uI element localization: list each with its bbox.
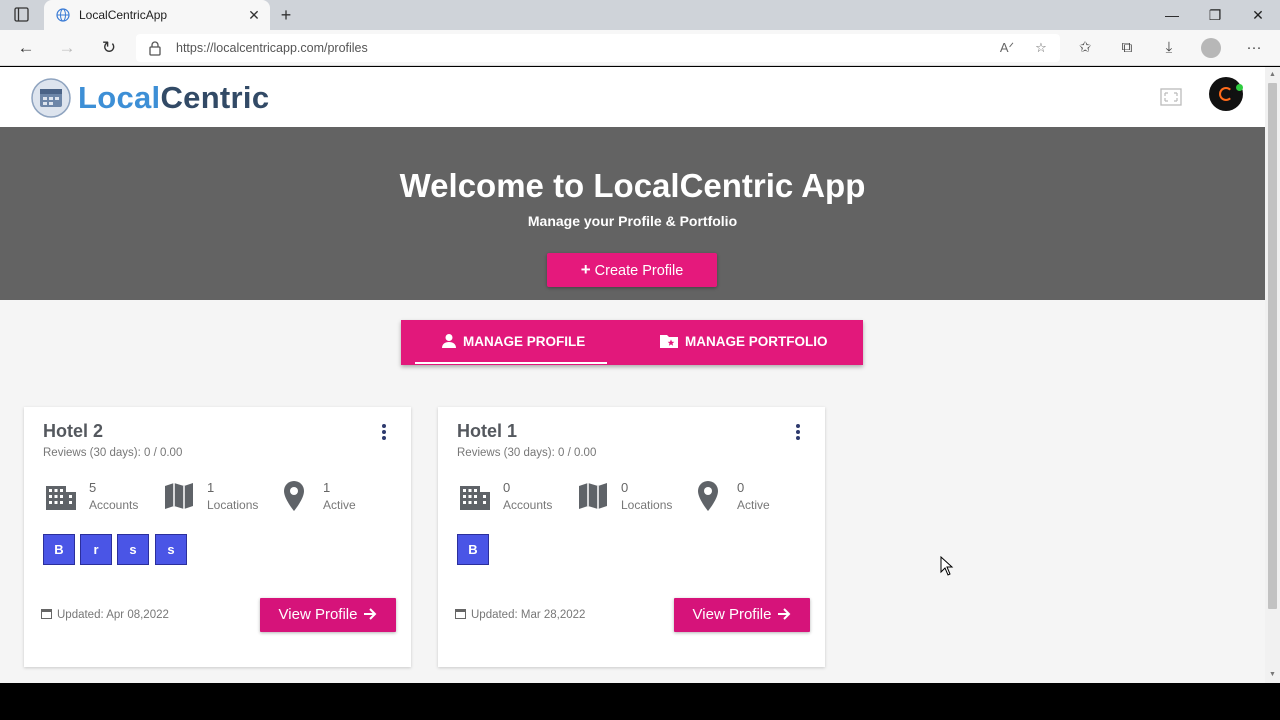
tab-actions-icon[interactable] [12, 6, 32, 24]
close-tab-icon[interactable]: ✕ [246, 7, 262, 23]
accounts-label: Accounts [89, 498, 139, 512]
updated-info: Updated: Apr 08,2022 [41, 608, 169, 621]
arrow-right-icon [364, 607, 377, 620]
browser-toolbar: ← → ↻ https://localcentricapp.com/profil… [0, 30, 1280, 66]
app-logo[interactable]: LocalCentric [78, 80, 269, 116]
person-icon [442, 333, 456, 348]
active-label: Active [737, 498, 770, 512]
mouse-cursor-icon [940, 555, 954, 576]
building-icon [459, 480, 491, 512]
view-profile-label: View Profile [692, 606, 772, 623]
browser-profile-avatar[interactable] [1201, 38, 1221, 58]
locations-count: 1 [207, 480, 215, 495]
scroll-down-icon[interactable]: ▼ [1268, 670, 1277, 679]
logo-text-centric: Centric [160, 80, 270, 115]
add-favorite-icon[interactable]: ☆ [1032, 39, 1050, 57]
favorites-icon[interactable]: ✩ [1074, 37, 1096, 59]
updated-info: Updated: Mar 28,2022 [455, 608, 586, 621]
tab-manage-portfolio-label: MANAGE PORTFOLIO [685, 334, 828, 349]
app-header: LocalCentric [0, 67, 1265, 127]
folder-star-icon [660, 334, 678, 348]
url-text[interactable]: https://localcentricapp.com/profiles [176, 41, 368, 55]
account-chip[interactable]: B [43, 534, 75, 565]
accounts-count: 0 [503, 480, 511, 495]
updated-date: Updated: Apr 08,2022 [57, 609, 169, 621]
logo-text-local: Local [78, 80, 161, 115]
create-profile-button[interactable]: + Create Profile [547, 253, 717, 287]
page-viewport: LocalCentric Welcome to LocalCentric App… [0, 67, 1265, 683]
profile-card: Hotel 2 Reviews (30 days): 0 / 0.00 5 Ac… [24, 407, 411, 667]
account-chip[interactable]: B [457, 534, 489, 565]
page-subtitle: Manage your Profile & Portfolio [527, 213, 738, 229]
lock-icon[interactable] [148, 40, 162, 56]
tab-manage-portfolio[interactable]: MANAGE PORTFOLIO [659, 320, 828, 365]
create-profile-label: Create Profile [594, 263, 684, 279]
tab-manage-profile-label: MANAGE PROFILE [463, 334, 586, 349]
browser-tab-strip: LocalCentricApp ✕ + — ❐ ✕ [0, 0, 1280, 30]
more-vert-icon[interactable] [790, 421, 806, 445]
profile-card-title: Hotel 1 [457, 421, 518, 441]
tab-title: LocalCentricApp [79, 8, 168, 22]
updated-date: Updated: Mar 28,2022 [471, 609, 586, 621]
minimize-icon[interactable]: — [1160, 5, 1184, 25]
profile-card: Hotel 1 Reviews (30 days): 0 / 0.00 0 Ac… [438, 407, 825, 667]
map-icon [163, 480, 195, 512]
reviews-summary: Reviews (30 days): 0 / 0.00 [43, 447, 183, 459]
plus-icon: + [580, 260, 591, 279]
online-status-icon [1236, 84, 1243, 91]
account-chip[interactable]: s [117, 534, 149, 565]
building-icon [45, 480, 77, 512]
welcome-banner: Welcome to LocalCentric App Manage your … [0, 127, 1265, 300]
logo-icon[interactable] [30, 77, 72, 119]
collections-icon[interactable]: ⧉ [1116, 37, 1138, 59]
new-tab-icon[interactable]: + [276, 5, 296, 25]
globe-icon [56, 8, 70, 22]
page-title: Welcome to LocalCentric App [399, 167, 866, 204]
calendar-icon [41, 608, 52, 619]
calendar-icon [455, 608, 466, 619]
account-chip[interactable]: s [155, 534, 187, 565]
manage-tabs: MANAGE PROFILE MANAGE PORTFOLIO [401, 320, 863, 365]
browser-tab[interactable]: LocalCentricApp ✕ [44, 0, 270, 30]
restore-icon[interactable]: ❐ [1203, 5, 1227, 25]
refresh-icon[interactable]: ↻ [98, 37, 120, 59]
location-pin-icon [693, 480, 725, 512]
read-aloud-icon[interactable]: Aᐟ [998, 39, 1016, 57]
arrow-right-icon [778, 607, 791, 620]
page-scrollbar[interactable]: ▲ ▼ [1265, 67, 1280, 683]
profile-card-title: Hotel 2 [43, 421, 104, 441]
active-label: Active [323, 498, 356, 512]
accounts-label: Accounts [503, 498, 553, 512]
scroll-up-icon[interactable]: ▲ [1268, 70, 1277, 79]
view-profile-label: View Profile [278, 606, 358, 623]
active-count: 1 [323, 480, 331, 495]
view-profile-button[interactable]: View Profile [674, 598, 810, 632]
user-avatar[interactable] [1209, 77, 1243, 111]
fullscreen-icon[interactable] [1160, 86, 1182, 108]
locations-label: Locations [207, 498, 259, 512]
locations-label: Locations [621, 498, 673, 512]
accounts-count: 5 [89, 480, 97, 495]
active-tab-indicator [415, 362, 607, 364]
location-pin-icon [279, 480, 311, 512]
scrollbar-thumb[interactable] [1268, 83, 1277, 609]
locations-count: 0 [621, 480, 629, 495]
close-window-icon[interactable]: ✕ [1246, 5, 1270, 25]
avatar-ring-icon [1219, 87, 1233, 101]
forward-icon[interactable]: → [56, 37, 78, 59]
account-chip[interactable]: r [80, 534, 112, 565]
downloads-icon[interactable]: ⤓ [1158, 37, 1180, 59]
map-icon [577, 480, 609, 512]
tab-manage-profile[interactable]: MANAGE PROFILE [441, 320, 585, 365]
more-vert-icon[interactable] [376, 421, 392, 445]
more-icon[interactable]: ··· [1243, 37, 1265, 59]
back-icon[interactable]: ← [15, 37, 37, 59]
reviews-summary: Reviews (30 days): 0 / 0.00 [457, 447, 597, 459]
address-bar[interactable]: https://localcentricapp.com/profiles Aᐟ … [136, 34, 1060, 62]
active-count: 0 [737, 480, 745, 495]
view-profile-button[interactable]: View Profile [260, 598, 396, 632]
